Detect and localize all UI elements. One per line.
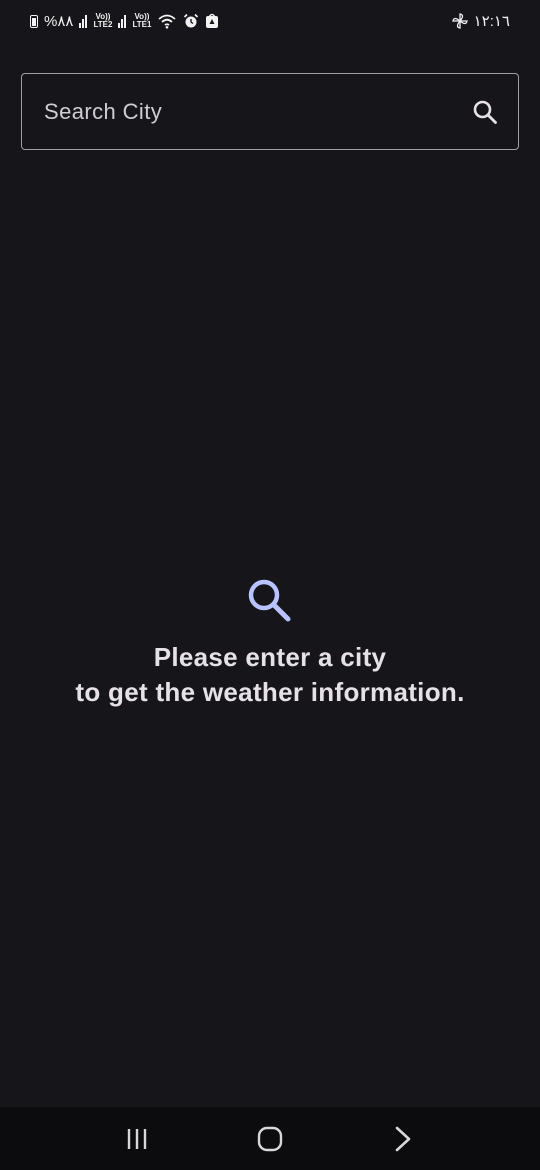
sim1-label: LTE1 [132,20,152,29]
battery-icon [30,14,38,28]
search-button[interactable] [470,97,500,127]
empty-state-line-1: Please enter a city [153,642,387,672]
recent-apps-icon [127,1128,146,1149]
clock: ١٢:١٦ [473,13,510,30]
search-icon [473,100,497,124]
status-right: ١٢:١٦ [451,12,510,30]
pinwheel-icon [451,13,468,29]
home-button[interactable] [240,1114,300,1164]
wifi-icon [158,14,176,29]
system-nav-bar [0,1107,540,1170]
status-left: %٨٨ Vo)) LTE2 Vo)) LTE1 [30,12,219,30]
search-input[interactable] [42,97,470,126]
recent-apps-button[interactable] [107,1114,167,1164]
app-notification-icon [206,13,219,28]
search-field[interactable] [21,73,519,150]
signal-icon [79,14,88,28]
battery-percent: %٨٨ [44,13,74,30]
home-icon [257,1126,283,1151]
back-icon [396,1126,411,1151]
signal-icon [118,14,127,28]
empty-state-line-2: to get the weather information. [75,677,465,707]
status-bar: %٨٨ Vo)) LTE2 Vo)) LTE1 ١٢:١٦ [0,0,540,42]
search-icon [248,579,291,622]
empty-state: Please enter a city to get the weather i… [0,575,540,710]
sim2-label: LTE2 [93,20,113,29]
volte-indicator-2: Vo)) LTE2 [93,13,112,29]
empty-state-message: Please enter a city to get the weather i… [0,640,540,710]
volte-indicator-1: Vo)) LTE1 [132,13,151,29]
alarm-icon [184,13,199,28]
back-button[interactable] [373,1114,433,1164]
